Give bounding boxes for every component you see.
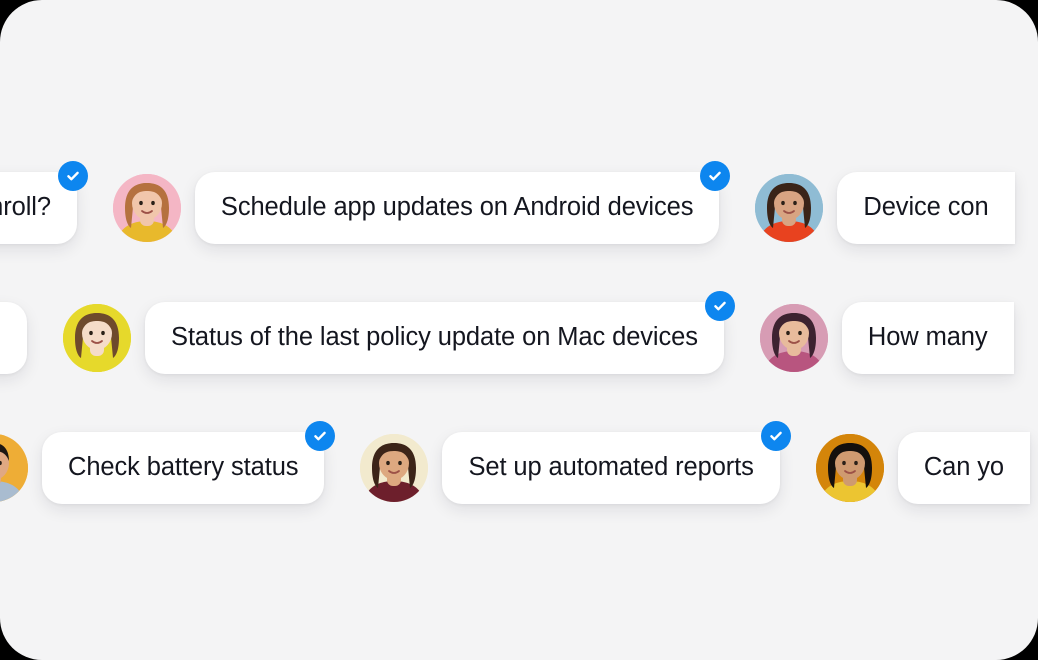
- suggestion-card-body[interactable]: Schedule app updates on Android devices: [194, 172, 720, 244]
- suggestion-card[interactable]: Set up automated reports: [442, 421, 791, 504]
- suggestion-card-label: Status of the last policy update on Mac …: [171, 323, 698, 352]
- suggestions-panel: o enroll? Schedule app updates on Androi…: [0, 0, 1038, 660]
- avatar-man-beard[interactable]: [0, 434, 28, 502]
- suggestion-card-body[interactable]: How many: [841, 302, 1014, 374]
- check-icon: [65, 168, 81, 184]
- check-icon: [707, 168, 723, 184]
- verified-check-badge[interactable]: [704, 291, 735, 321]
- avatar-woman-yellow-bg[interactable]: [63, 304, 132, 372]
- suggestion-card-label: Check battery status: [68, 453, 299, 482]
- check-icon: [712, 298, 728, 314]
- check-icon: [768, 428, 784, 444]
- verified-check-badge[interactable]: [700, 161, 731, 191]
- suggestion-card[interactable]: Check battery status: [42, 421, 336, 504]
- suggestion-card[interactable]: o enroll?: [0, 161, 88, 244]
- suggestion-card-label: Schedule app updates on Android devices: [220, 193, 694, 222]
- avatar-woman-maroon-top[interactable]: [360, 434, 429, 502]
- suggestion-card-body[interactable]: Can yo: [897, 432, 1031, 504]
- suggestion-card-label: Can yo: [923, 453, 1005, 482]
- suggestion-row: Check battery status Set up automated re…: [0, 421, 1038, 504]
- suggestion-card-body[interactable]: Check battery status: [42, 432, 325, 504]
- avatar-woman-glasses[interactable]: [112, 174, 181, 242]
- suggestion-card[interactable]: Status of the last policy update on Mac …: [145, 291, 735, 374]
- avatar-woman-red-top[interactable]: [755, 174, 824, 242]
- suggestion-card-label: Device con: [863, 193, 989, 222]
- suggestion-card[interactable]: Can yo: [897, 432, 1031, 504]
- suggestion-row: trol Status of the last policy update on…: [0, 291, 1038, 374]
- verified-check-badge[interactable]: [57, 161, 88, 191]
- suggestion-card-label: Set up automated reports: [468, 453, 754, 482]
- suggestion-row: o enroll? Schedule app updates on Androi…: [0, 161, 1038, 244]
- avatar-woman-pink-hair[interactable]: [759, 304, 828, 372]
- avatar-woman-dark-hair[interactable]: [815, 434, 884, 502]
- suggestion-card-body[interactable]: Device con: [837, 172, 1015, 244]
- check-icon: [312, 428, 328, 444]
- suggestion-card-label: o enroll?: [0, 193, 51, 222]
- suggestion-card[interactable]: Device con: [837, 172, 1015, 244]
- verified-check-badge[interactable]: [305, 421, 336, 451]
- suggestion-card-body[interactable]: Set up automated reports: [442, 432, 780, 504]
- verified-check-badge[interactable]: [760, 421, 791, 451]
- suggestion-card[interactable]: How many: [841, 302, 1014, 374]
- suggestion-card-label: How many: [867, 323, 988, 352]
- suggestion-card-label: trol: [0, 325, 1, 351]
- suggestion-card[interactable]: trol: [0, 302, 28, 374]
- suggestion-card-body[interactable]: trol: [0, 302, 28, 374]
- suggestion-card[interactable]: Schedule app updates on Android devices: [194, 161, 731, 244]
- suggestion-card-body[interactable]: Status of the last policy update on Mac …: [145, 302, 724, 374]
